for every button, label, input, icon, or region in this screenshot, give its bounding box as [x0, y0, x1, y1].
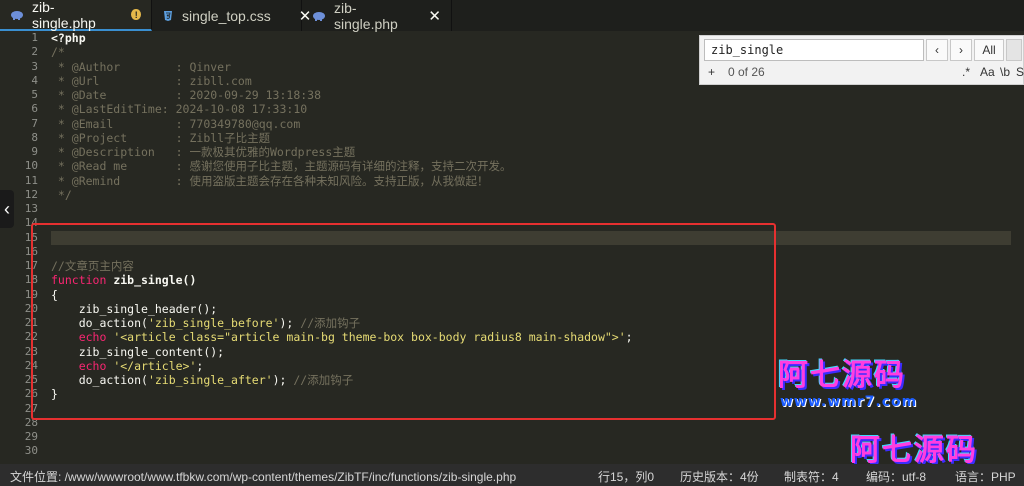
close-icon[interactable]: ✕ [428, 7, 441, 25]
line-number: 4 [31, 73, 38, 87]
status-bar: 文件位置: /www/wwwroot/www.tfbkw.com/wp-cont… [0, 464, 1024, 486]
code-line: */ [51, 187, 72, 202]
line-number: 11 [24, 173, 38, 187]
line-number: 5 [31, 88, 38, 101]
language-mode[interactable]: 语言：PHP [955, 468, 1016, 485]
watermark-url: www.wmr7.com [780, 394, 918, 410]
tab-zib-single-2[interactable]: zib-single.php ✕ [302, 0, 452, 32]
watermark-text: 阿七源码 [778, 358, 906, 393]
cursor-position: 行15，列0 [598, 470, 655, 484]
encoding[interactable]: 编码：utf-8 [866, 468, 926, 485]
tab-bar: zib-single.php ! single_top.css ✕ zib-si… [0, 0, 1024, 32]
tab-single-top-css[interactable]: single_top.css ✕ [152, 0, 311, 31]
code-line: * @Remind : 使用盗版主题会存在各种未知风险。支持正版，从我做起！ [51, 173, 489, 188]
unsaved-warning-icon: ! [131, 9, 141, 20]
find-panel: zib_single ‹ › All + 0 of 26 .* Aa \b S [699, 35, 1024, 85]
watermark-1: 阿七源码 www.wmr7.com [778, 350, 917, 410]
case-toggle[interactable]: Aa [980, 65, 995, 79]
php-elephant-icon [312, 9, 326, 23]
code-line: * @Description : 一款极其优雅的Wordpress主题 [51, 145, 356, 159]
line-number: 3 [31, 59, 38, 73]
line-number: 8 [31, 130, 38, 144]
word-toggle[interactable]: \b [1000, 65, 1010, 79]
chevron-left-icon[interactable]: ‹ [0, 190, 14, 228]
code-line: * @Project : Zibll子比主题 [51, 130, 271, 145]
line-number: 7 [31, 116, 38, 130]
line-number: 1 [31, 31, 38, 44]
find-prev-button[interactable]: ‹ [926, 39, 948, 61]
line-number: 2 [31, 45, 38, 59]
code-line: * @LastEditTime: 2024-10-08 17:33:10 [51, 102, 308, 117]
find-all-button[interactable]: All [974, 39, 1004, 61]
find-input[interactable]: zib_single [704, 39, 924, 61]
regex-toggle[interactable]: .* [962, 65, 970, 79]
php-elephant-icon [10, 8, 24, 22]
line-number: 9 [31, 145, 38, 158]
tab-label: zib-single.php [334, 0, 398, 32]
tab-label: zib-single.php [32, 0, 96, 31]
find-scroll-handle[interactable] [1006, 39, 1022, 61]
code-line: * @Email : 770349780@qq.com [51, 116, 301, 131]
code-line: * @Date : 2020-09-29 13:18:38 [51, 88, 322, 102]
code-line: * @Read me : 感谢您使用子比主题，主题源码有详细的注释，支持二次开发… [51, 159, 512, 174]
tab-label: single_top.css [182, 7, 271, 24]
red-highlight-box [31, 223, 776, 420]
line-number: 10 [24, 159, 38, 173]
find-next-button[interactable]: › [950, 39, 972, 61]
css-icon [162, 9, 174, 23]
selection-toggle[interactable]: S [1016, 65, 1024, 79]
find-options-row: + 0 of 26 .* Aa \b S [704, 64, 1024, 82]
history-versions[interactable]: 历史版本：4份 [680, 468, 759, 485]
find-result-count: 0 of 26 [728, 65, 765, 79]
tab-zib-single-active[interactable]: zib-single.php ! [0, 0, 152, 31]
line-number: 29 [24, 430, 38, 443]
line-number: 30 [24, 444, 38, 458]
add-icon[interactable]: + [708, 65, 715, 79]
file-path: 文件位置: /www/wwwroot/www.tfbkw.com/wp-cont… [10, 470, 517, 484]
tab-size[interactable]: 制表符：4 [784, 468, 839, 485]
watermark-text: 阿七源码 [850, 433, 978, 468]
line-number: 6 [31, 102, 38, 116]
